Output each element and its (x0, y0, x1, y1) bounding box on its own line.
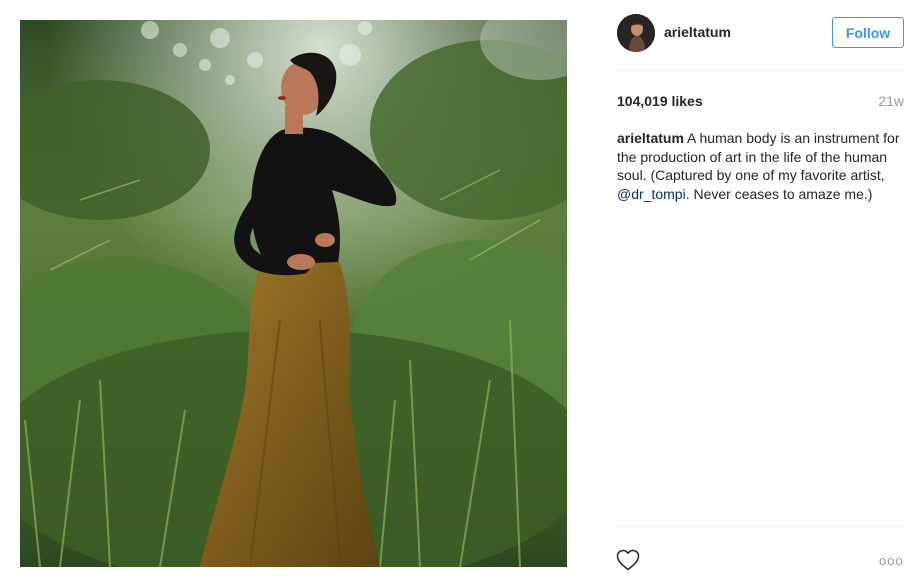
avatar[interactable] (617, 14, 655, 52)
follow-button[interactable]: Follow (832, 17, 904, 48)
post-caption: arieltatum A human body is an instrument… (617, 129, 907, 203)
caption-mention[interactable]: @dr_tompi (617, 186, 686, 202)
caption-text-end: . Never ceases to amaze me.) (685, 185, 873, 202)
more-options-button[interactable]: ooo (879, 553, 905, 568)
avatar-image (617, 14, 655, 52)
divider (617, 526, 904, 527)
more-options-icon: ooo (879, 553, 904, 568)
caption-username[interactable]: arieltatum (617, 130, 684, 146)
like-button[interactable] (616, 549, 640, 571)
post-image[interactable] (20, 20, 567, 567)
post-timestamp[interactable]: 21w (878, 93, 904, 109)
username-link[interactable]: arieltatum (664, 24, 731, 40)
post-sidebar: arieltatum Follow 104,019 likes 21w arie… (600, 0, 917, 585)
post-photo-illustration (20, 20, 567, 567)
heart-icon (616, 549, 640, 571)
likes-count[interactable]: 104,019 likes (617, 93, 703, 109)
post-header: arieltatum Follow (600, 0, 917, 70)
divider (617, 70, 904, 71)
